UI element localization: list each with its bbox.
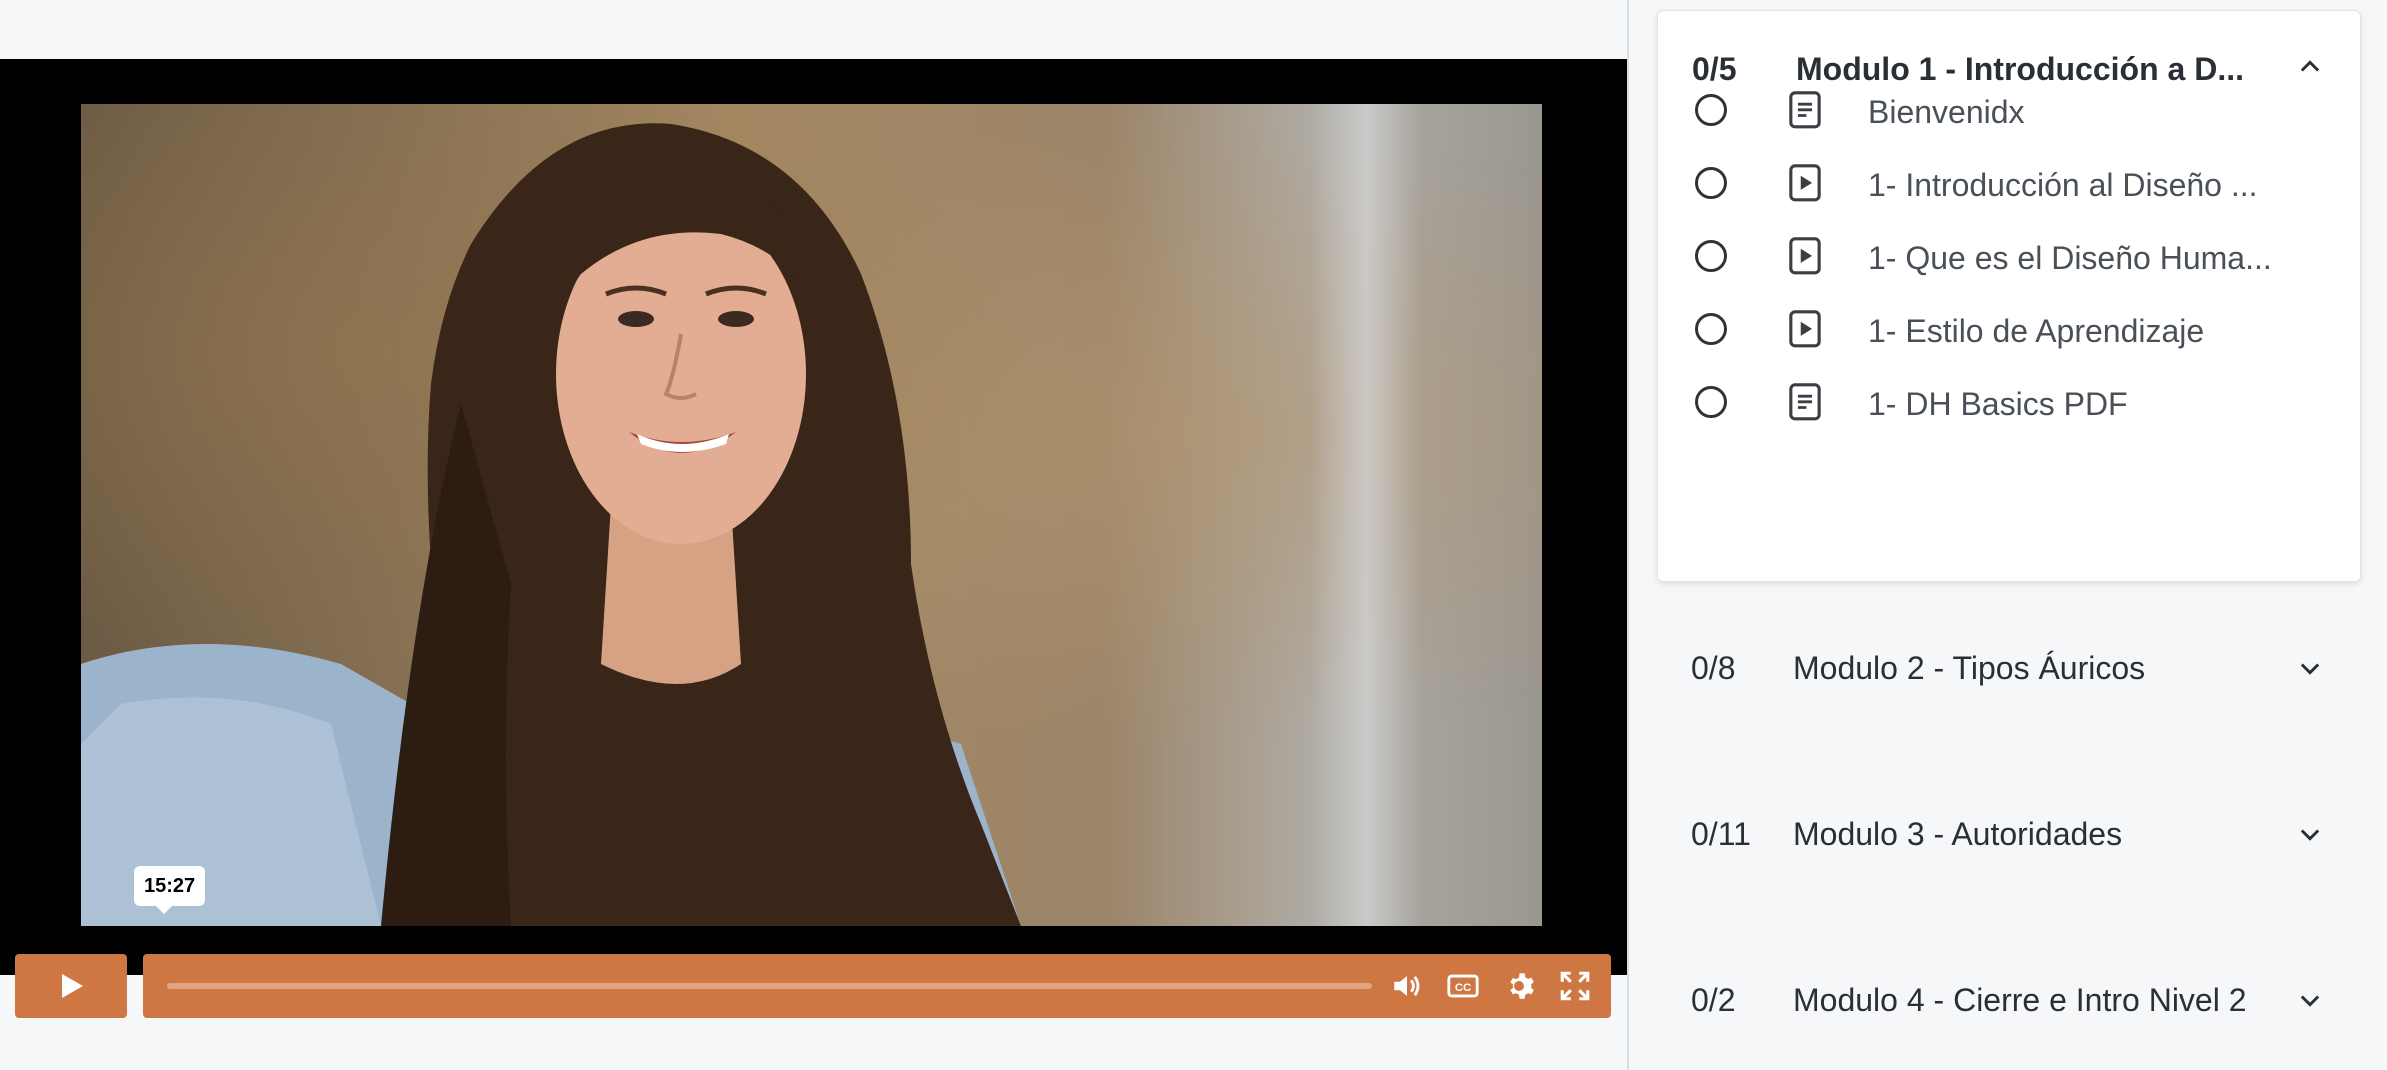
volume-icon[interactable] [1389, 968, 1425, 1004]
module-progress-count: 0/2 [1691, 982, 1736, 1018]
module-progress-count: 0/11 [1691, 816, 1751, 852]
chevron-down-icon[interactable] [2296, 820, 2324, 848]
document-icon [1788, 382, 1822, 421]
svg-text:CC: CC [1455, 982, 1471, 994]
lesson-item[interactable]: 1- DH Basics PDF [1658, 372, 2360, 432]
lesson-status-circle-icon[interactable] [1695, 167, 1727, 199]
lesson-status-circle-icon[interactable] [1695, 240, 1727, 272]
presenter-image [81, 123, 1021, 926]
lesson-status-circle-icon[interactable] [1695, 386, 1727, 418]
module-item-2[interactable]: 0/8 Modulo 2 - Tipos Áuricos [1657, 618, 2361, 718]
chevron-up-icon[interactable] [2296, 53, 2324, 81]
module-title: Modulo 2 - Tipos Áuricos [1793, 650, 2146, 686]
video-controls: CC [15, 954, 1611, 1018]
fullscreen-icon[interactable] [1557, 968, 1593, 1004]
lesson-title: 1- Introducción al Diseño ... [1868, 167, 2258, 203]
module-progress-count: 0/8 [1691, 650, 1736, 686]
document-icon [1788, 90, 1822, 129]
module-card-1: 0/5 Modulo 1 - Introducción a D... Bienv… [1657, 10, 2361, 582]
lesson-status-circle-icon[interactable] [1695, 94, 1727, 126]
lesson-status-circle-icon[interactable] [1695, 313, 1727, 345]
lesson-title: 1- Que es el Diseño Huma... [1868, 240, 2272, 276]
chevron-down-icon[interactable] [2296, 986, 2324, 1014]
module-title: Modulo 4 - Cierre e Intro Nivel 2 [1793, 982, 2247, 1018]
lesson-title: 1- Estilo de Aprendizaje [1868, 313, 2205, 349]
module-title: Modulo 3 - Autoridades [1793, 816, 2123, 852]
video-player[interactable]: CC 15:27 [0, 59, 1627, 1018]
captions-icon[interactable]: CC [1445, 968, 1481, 1004]
lesson-item[interactable]: 1- Estilo de Aprendizaje [1658, 299, 2360, 359]
video-icon [1788, 236, 1822, 275]
course-sidebar: 0/5 Modulo 1 - Introducción a D... Bienv… [1629, 0, 2387, 1070]
course-player-page: CC 15:27 0/5 Modulo 1 - Introducción a D… [0, 0, 2387, 1070]
module-item-3[interactable]: 0/11 Modulo 3 - Autoridades [1657, 784, 2361, 884]
play-button[interactable] [15, 954, 127, 1018]
progress-bar[interactable] [167, 983, 1372, 989]
hover-timestamp: 15:27 [134, 866, 206, 914]
module-item-4[interactable]: 0/2 Modulo 4 - Cierre e Intro Nivel 2 [1657, 950, 2361, 1050]
lesson-item[interactable]: 1- Que es el Diseño Huma... [1658, 226, 2360, 286]
lesson-title: Bienvenidx [1868, 94, 2025, 130]
video-pane: CC 15:27 [0, 0, 1627, 1070]
settings-gear-icon[interactable] [1501, 968, 1537, 1004]
control-bar: CC [143, 954, 1611, 1018]
video-frame-image [81, 104, 1542, 926]
video-icon [1788, 163, 1822, 202]
chevron-down-icon[interactable] [2296, 654, 2324, 682]
lesson-item[interactable]: 1- Introducción al Diseño ... [1658, 153, 2360, 213]
lesson-item[interactable]: Bienvenidx [1658, 80, 2360, 140]
play-icon [62, 974, 83, 998]
video-icon [1788, 309, 1822, 348]
lesson-title: 1- DH Basics PDF [1868, 386, 2128, 422]
